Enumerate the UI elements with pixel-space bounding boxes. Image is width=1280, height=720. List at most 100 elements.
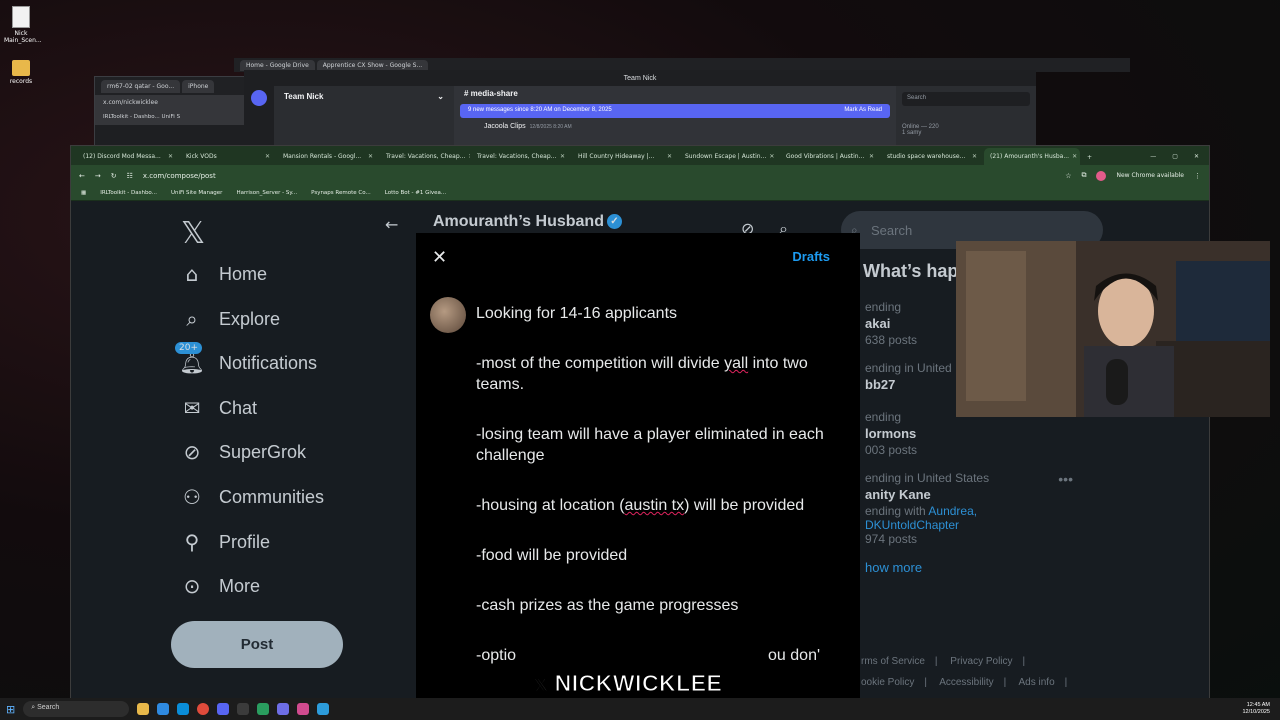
browser-tab[interactable]: Kick VODs ✕	[180, 148, 276, 165]
member-item[interactable]: 1 samy	[902, 130, 1030, 136]
webcam-feed	[956, 241, 1270, 417]
webcam-overlay	[956, 241, 1270, 417]
close-icon[interactable]: ✕	[560, 153, 565, 160]
close-icon[interactable]: ✕	[769, 153, 774, 160]
browser-tab[interactable]: Sundown Escape | Austin... ✕	[679, 148, 779, 165]
browser-tab-active[interactable]: (21) Amouranth's Husba... ✕	[984, 148, 1080, 165]
bookmark-item[interactable]: UniFi Site Manager	[171, 190, 223, 196]
desktop-folder-icon[interactable]: records	[4, 56, 38, 85]
close-icon[interactable]: ✕	[468, 153, 470, 160]
avatar[interactable]	[430, 297, 466, 333]
close-icon[interactable]: ✕	[432, 247, 447, 268]
discord-server-rail	[244, 86, 274, 146]
edge-icon[interactable]	[157, 703, 170, 715]
forward-icon[interactable]: →	[95, 172, 101, 180]
obs-icon[interactable]	[237, 703, 250, 715]
file-explorer-icon[interactable]	[137, 703, 150, 715]
message-author[interactable]: Jacoola Clips	[484, 123, 526, 130]
close-icon[interactable]: ✕	[1072, 153, 1077, 160]
channel-name: media-share	[470, 89, 518, 98]
discord-message: Jacoola Clips 12/8/2025 8:20 AM	[454, 120, 896, 133]
bg-tab[interactable]: rm67-02 qatar - Goo...	[101, 79, 181, 93]
chevron-down-icon: ⌄	[437, 92, 444, 101]
browser-tab[interactable]: Good Vibrations | Austin... ✕	[780, 148, 880, 165]
desktop-file-label: Nick Main_Scen...	[4, 30, 42, 44]
close-icon[interactable]: ✕	[368, 153, 373, 160]
discord-member-list: Search Online — 220 1 samy	[896, 86, 1036, 146]
close-icon[interactable]: ✕	[972, 153, 977, 160]
maximize-icon[interactable]: ▢	[1172, 153, 1178, 160]
minimize-icon[interactable]: —	[1150, 153, 1156, 160]
new-tab-icon[interactable]: +	[1081, 154, 1098, 165]
drafts-button[interactable]: Drafts	[792, 249, 830, 264]
chrome-icon[interactable]	[197, 703, 210, 715]
store-icon[interactable]	[177, 703, 190, 715]
mark-as-read-button[interactable]: Mark As Read	[844, 107, 882, 115]
hash-icon: #	[464, 89, 471, 98]
compose-textarea[interactable]: Looking for 14-16 applicants -most of th…	[476, 303, 846, 695]
start-windows-icon[interactable]: ⊞	[6, 703, 15, 716]
discord-server-header[interactable]: Team Nick ⌄	[274, 86, 454, 146]
bg-tab-strip: rm67-02 qatar - Goo... iPhone	[95, 77, 253, 95]
discord-logo-icon[interactable]	[251, 90, 267, 106]
taskbar: ⊞ ⌕ Search 12:45 AM 12/10/2025	[0, 698, 1280, 720]
bg-tab[interactable]: Home - Google Drive	[240, 59, 315, 71]
browser-window[interactable]: (12) Discord Mod Messa... ✕ Kick VODs ✕ Ma…	[70, 145, 1210, 705]
avatar[interactable]	[1096, 170, 1107, 181]
menu-icon[interactable]: ⋮	[1194, 172, 1201, 180]
app-icon[interactable]	[277, 703, 290, 715]
new-messages-banner[interactable]: 9 new messages since 8:20 AM on December…	[460, 104, 890, 118]
tab-label: Mansion Rentals - Googl...	[283, 153, 362, 160]
close-icon[interactable]: ✕	[265, 153, 270, 160]
app-icon[interactable]	[297, 703, 310, 715]
bookmark-item[interactable]: Psynaps Remote Co...	[311, 190, 371, 196]
bookmark-item[interactable]: Lotto Bot - #1 Givea...	[385, 190, 446, 196]
bookmark-item[interactable]: Harrison_Server - Sy...	[236, 190, 297, 196]
extensions-icon[interactable]: ⧉	[1081, 171, 1086, 180]
browser-tab[interactable]: Mansion Rentals - Googl... ✕	[277, 148, 379, 165]
bg-tab[interactable]: iPhone	[182, 79, 215, 93]
clock-date: 12/10/2025	[1242, 709, 1270, 715]
bg-bookmarks-bar: IRLToolkit - Dashbo... UniFi S	[95, 111, 253, 125]
taskbar-search-placeholder: Search	[37, 704, 60, 711]
compose-line-start: -optio	[476, 647, 517, 664]
close-icon[interactable]: ✕	[869, 153, 874, 160]
bg-tab[interactable]: Apprentice CX Show - Google S...	[316, 59, 429, 71]
bg-bookmark[interactable]: UniFi S	[162, 114, 181, 120]
discord-icon[interactable]	[217, 703, 230, 715]
browser-tab[interactable]: Hill Country Hideaway |... ✕	[572, 148, 678, 165]
discord-window[interactable]: Team Nick Team Nick ⌄ # media-share 9 ne…	[244, 70, 1036, 146]
taskbar-search-input[interactable]: ⌕ Search	[23, 701, 130, 717]
new-chrome-available-button[interactable]: New Chrome available	[1116, 172, 1184, 179]
close-icon[interactable]: ✕	[168, 153, 173, 160]
compose-line-tail: ou don'	[768, 647, 821, 664]
x-logo-icon: 𝕏	[534, 676, 555, 697]
discord-channel-view: # media-share 9 new messages since 8:20 …	[454, 86, 896, 146]
back-icon[interactable]: ←	[79, 172, 85, 180]
app-icon[interactable]	[317, 703, 330, 715]
taskbar-clock[interactable]: 12:45 AM 12/10/2025	[1242, 702, 1270, 716]
tab-label: studio space warehouse...	[887, 153, 966, 160]
reload-icon[interactable]: ↻	[111, 172, 117, 180]
bg-bookmark[interactable]: IRLToolkit - Dashbo...	[103, 114, 160, 120]
site-info-icon[interactable]: ☷	[127, 172, 133, 180]
close-window-icon[interactable]: ✕	[1194, 153, 1199, 160]
browser-tab[interactable]: studio space warehouse... ✕	[881, 148, 983, 165]
bookmark-item[interactable]: IRLToolkit - Dashbo...	[100, 190, 157, 196]
browser-tab[interactable]: Travel: Vacations, Cheap...✕	[471, 148, 571, 165]
star-icon[interactable]: ☆	[1065, 172, 1071, 180]
discord-search-input[interactable]: Search	[902, 92, 1030, 106]
background-browser-window[interactable]: rm67-02 qatar - Goo... iPhone x.com/nick…	[94, 76, 254, 146]
bg-address-bar[interactable]: x.com/nickwicklee	[95, 95, 253, 111]
address-input[interactable]: x.com/compose/post	[143, 172, 1055, 180]
close-icon[interactable]: ✕	[667, 153, 672, 160]
desktop-folder-label: records	[9, 78, 33, 85]
desktop-file-icon[interactable]: Nick Main_Scen...	[4, 6, 42, 44]
browser-tab[interactable]: Travel: Vacations, Cheap...✕	[380, 148, 470, 165]
discord-titlebar: Team Nick	[244, 70, 1036, 86]
apps-grid-icon[interactable]: ▦	[81, 190, 86, 196]
app-icon[interactable]	[257, 703, 270, 715]
browser-tab[interactable]: (12) Discord Mod Messa... ✕	[77, 148, 179, 165]
compose-line: -food will be provided	[476, 547, 628, 564]
bookmarks-bar: ▦ IRLToolkit - Dashbo... UniFi Site Mana…	[71, 186, 1209, 201]
